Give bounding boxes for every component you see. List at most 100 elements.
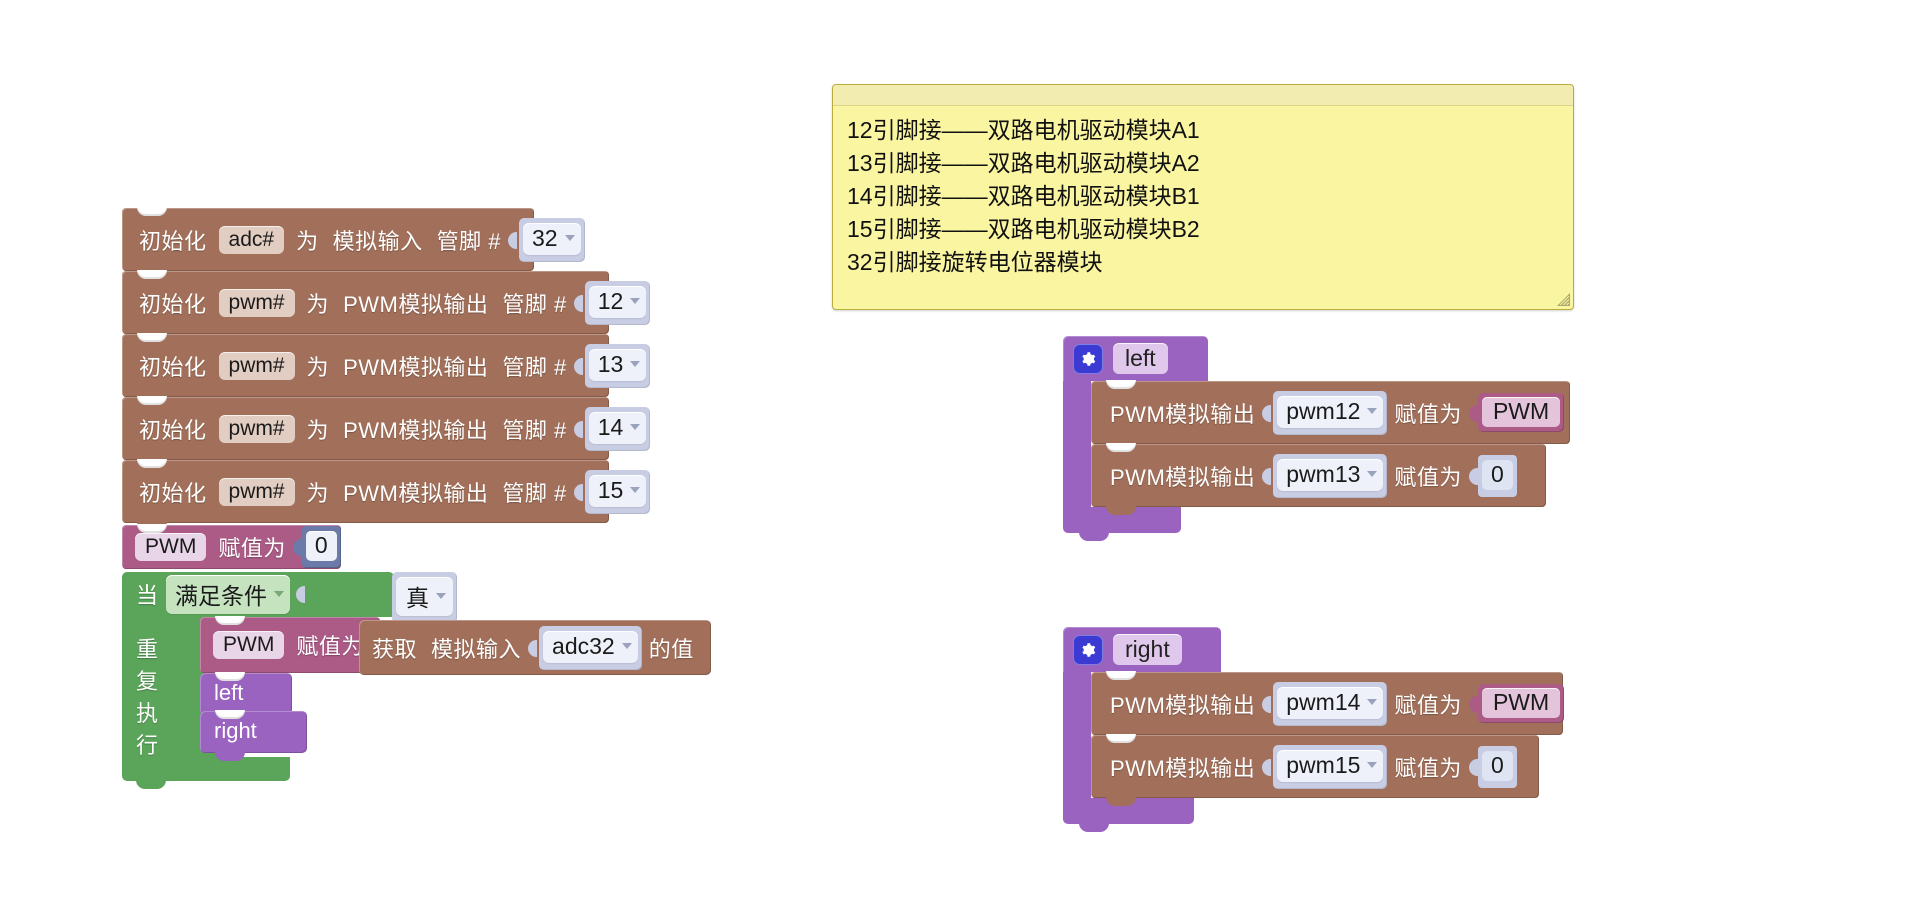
value-socket-plug-icon xyxy=(1468,400,1478,426)
number-value[interactable]: 0 xyxy=(1481,459,1513,490)
init-mid-label: 为 xyxy=(306,354,330,380)
init-pwm-output-block[interactable]: 初始化 pwm# 为 PWM模拟输出 管脚 # 12 xyxy=(122,270,651,334)
chevron-down-icon xyxy=(1367,762,1378,768)
adc-channel-dropdown[interactable]: adc32 xyxy=(539,625,642,670)
procedure-name-field[interactable]: left xyxy=(1113,343,1168,374)
init-prefix-label: 初始化 xyxy=(139,354,207,380)
pwm-write-block[interactable]: PWM模拟输出 pwm15 赋值为 0 xyxy=(1091,734,1539,806)
variable-name-field[interactable]: PWM xyxy=(135,533,207,561)
pin-dropdown[interactable]: 13 xyxy=(584,343,651,388)
pwm-channel-dropdown[interactable]: pwm13 xyxy=(1273,453,1388,498)
pin-dropdown[interactable]: 15 xyxy=(584,469,651,514)
pin-dropdown[interactable]: 14 xyxy=(584,406,651,451)
boolean-literal-block[interactable]: 真 xyxy=(392,572,457,623)
variable-getter-value: PWM xyxy=(1481,688,1561,718)
pwm-channel-value: pwm12 xyxy=(1277,395,1384,428)
io-type-label: PWM模拟输出 xyxy=(343,480,489,506)
procedure-definition-left[interactable]: left PWM模拟输出 pwm12 赋值为 PWM PWM模拟输出 pwm13… xyxy=(1063,336,1663,541)
variable-name-field[interactable]: pwm# xyxy=(218,477,295,506)
call-procedure-right-block[interactable]: right xyxy=(200,710,307,761)
pwm-channel-value: pwm13 xyxy=(1277,458,1384,491)
value-socket-plug-icon xyxy=(292,534,302,560)
assign-label: 赋值为 xyxy=(218,536,286,561)
condition-mode-value: 满足条件 xyxy=(166,574,291,614)
pin-label: 管脚 # xyxy=(502,417,567,443)
init-pwm-output-block[interactable]: 初始化 pwm# 为 PWM模拟输出 管脚 # 14 xyxy=(122,396,651,460)
pin-dropdown-text: 13 xyxy=(597,350,624,377)
procedure-header[interactable]: left xyxy=(1063,336,1208,381)
variable-getter-block[interactable]: PWM xyxy=(1477,684,1565,723)
pwm-write-label: PWM模拟输出 xyxy=(1110,401,1256,427)
io-type-label: PWM模拟输出 xyxy=(343,354,489,380)
value-socket-plug-icon xyxy=(1262,754,1272,780)
assign-label: 赋值为 xyxy=(1394,401,1462,427)
pwm-channel-dropdown[interactable]: pwm15 xyxy=(1273,744,1388,789)
comment-text[interactable]: 12引脚接——双路电机驱动模块A1 13引脚接——双路电机驱动模块A2 14引脚… xyxy=(833,106,1573,286)
pin-dropdown[interactable]: 32 xyxy=(518,217,585,262)
init-pwm-output-block[interactable]: 初始化 pwm# 为 PWM模拟输出 管脚 # 13 xyxy=(122,333,651,397)
number-literal-block[interactable]: 0 xyxy=(1477,454,1517,497)
chevron-down-icon xyxy=(630,298,641,304)
pin-dropdown-text: 12 xyxy=(597,287,624,314)
variable-name-field[interactable]: adc# xyxy=(218,225,285,254)
condition-mode-dropdown[interactable]: 满足条件 xyxy=(166,574,291,614)
chevron-down-icon xyxy=(630,361,641,367)
variable-name-field[interactable]: pwm# xyxy=(218,288,295,317)
pwm-channel-dropdown[interactable]: pwm14 xyxy=(1273,681,1388,726)
number-value[interactable]: 0 xyxy=(305,531,337,561)
value-socket-plug-icon xyxy=(573,353,583,379)
while-loop-footer xyxy=(122,757,290,789)
variable-name-field[interactable]: PWM xyxy=(213,631,285,659)
chevron-down-icon xyxy=(630,487,641,493)
chevron-down-icon xyxy=(436,593,446,599)
repeat-label: 重复执行 xyxy=(136,637,159,758)
gear-icon[interactable] xyxy=(1073,634,1103,665)
procedure-spine xyxy=(1063,381,1091,507)
procedure-spine xyxy=(1063,672,1091,798)
io-type-label: PWM模拟输出 xyxy=(343,291,489,317)
call-procedure-left-block[interactable]: left xyxy=(200,672,292,715)
init-pwm-output-block[interactable]: 初始化 pwm# 为 PWM模拟输出 管脚 # 15 xyxy=(122,459,651,531)
read-prefix-label: 获取 xyxy=(372,636,418,662)
init-prefix-label: 初始化 xyxy=(139,291,207,317)
value-socket-plug-icon xyxy=(528,635,538,661)
pin-dropdown-value: 13 xyxy=(588,348,647,381)
value-socket-plug-icon xyxy=(573,416,583,442)
init-analog-input-block[interactable]: 初始化 adc# 为 模拟输入 管脚 # 32 xyxy=(122,207,585,271)
comment-line: 13引脚接——双路电机驱动模块A2 xyxy=(847,149,1200,176)
workspace-comment[interactable]: 12引脚接——双路电机驱动模块A1 13引脚接——双路电机驱动模块A2 14引脚… xyxy=(832,84,1574,310)
variable-name-field[interactable]: pwm# xyxy=(218,414,295,443)
set-variable-block[interactable]: PWM 赋值为 0 xyxy=(122,524,341,569)
comment-title-bar[interactable] xyxy=(833,85,1573,106)
pwm-write-block[interactable]: PWM模拟输出 pwm14 赋值为 PWM xyxy=(1091,671,1565,735)
call-procedure-name: right xyxy=(214,718,257,743)
variable-name-field[interactable]: pwm# xyxy=(218,351,295,380)
pwm-channel-text: pwm12 xyxy=(1286,397,1361,424)
blockly-workspace[interactable]: 初始化 adc# 为 模拟输入 管脚 # 32 初始化 pwm# 为 PWM模拟… xyxy=(0,0,1926,915)
procedure-header[interactable]: right xyxy=(1063,627,1221,672)
number-value[interactable]: 0 xyxy=(1481,750,1513,781)
init-prefix-label: 初始化 xyxy=(139,417,207,443)
procedure-definition-right[interactable]: right PWM模拟输出 pwm14 赋值为 PWM PWM模拟输出 pwm1… xyxy=(1063,627,1663,832)
number-literal-block[interactable]: 0 xyxy=(301,526,341,568)
number-literal-block[interactable]: 0 xyxy=(1477,745,1517,788)
set-variable-block[interactable]: PWM 赋值为 xyxy=(200,616,380,673)
analog-read-reporter-block[interactable]: 获取 模拟输入 adc32 的值 xyxy=(359,620,711,675)
pin-dropdown-value: 15 xyxy=(588,474,647,507)
assign-label: 赋值为 xyxy=(1394,464,1462,490)
pwm-write-label: PWM模拟输出 xyxy=(1110,755,1256,781)
init-block-stack[interactable]: 初始化 adc# 为 模拟输入 管脚 # 32 初始化 pwm# 为 PWM模拟… xyxy=(122,207,651,531)
pin-label: 管脚 # xyxy=(436,228,501,254)
condition-mode-text: 满足条件 xyxy=(175,582,268,609)
pwm-write-block[interactable]: PWM模拟输出 pwm12 赋值为 PWM xyxy=(1091,380,1570,444)
resize-handle-icon[interactable] xyxy=(1557,293,1570,306)
procedure-name-field[interactable]: right xyxy=(1113,634,1182,665)
pin-dropdown-value: 32 xyxy=(522,222,581,255)
gear-icon[interactable] xyxy=(1073,343,1103,374)
pwm-write-block[interactable]: PWM模拟输出 pwm13 赋值为 0 xyxy=(1091,443,1546,515)
pin-dropdown[interactable]: 12 xyxy=(584,280,651,325)
pwm-channel-dropdown[interactable]: pwm12 xyxy=(1273,390,1388,435)
pwm-write-label: PWM模拟输出 xyxy=(1110,692,1256,718)
while-loop-header[interactable]: 当 满足条件 xyxy=(122,572,394,617)
variable-getter-block[interactable]: PWM xyxy=(1477,393,1565,432)
